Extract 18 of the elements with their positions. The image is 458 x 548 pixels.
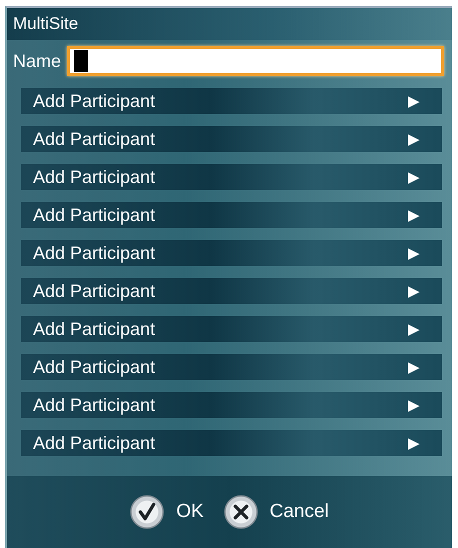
add-participant-item[interactable]: Add Participant ▶ xyxy=(21,316,442,342)
add-participant-item[interactable]: Add Participant ▶ xyxy=(21,88,442,114)
name-field[interactable] xyxy=(67,46,444,76)
add-participant-item[interactable]: Add Participant ▶ xyxy=(21,126,442,152)
add-participant-item[interactable]: Add Participant ▶ xyxy=(21,392,442,418)
add-participant-item[interactable]: Add Participant ▶ xyxy=(21,164,442,190)
add-participant-item[interactable]: Add Participant ▶ xyxy=(21,240,442,266)
add-participant-item[interactable]: Add Participant ▶ xyxy=(21,354,442,380)
name-label: Name xyxy=(13,50,62,72)
window-title: MultiSite xyxy=(13,14,78,34)
add-participant-item[interactable]: Add Participant ▶ xyxy=(21,202,442,228)
text-cursor xyxy=(74,50,88,72)
close-icon xyxy=(224,495,258,529)
ok-button[interactable]: OK xyxy=(130,495,204,529)
add-participant-item[interactable]: Add Participant ▶ xyxy=(21,278,442,304)
checkmark-icon xyxy=(130,495,164,529)
cancel-button[interactable]: Cancel xyxy=(224,495,329,529)
add-participant-item[interactable]: Add Participant ▶ xyxy=(21,430,442,456)
